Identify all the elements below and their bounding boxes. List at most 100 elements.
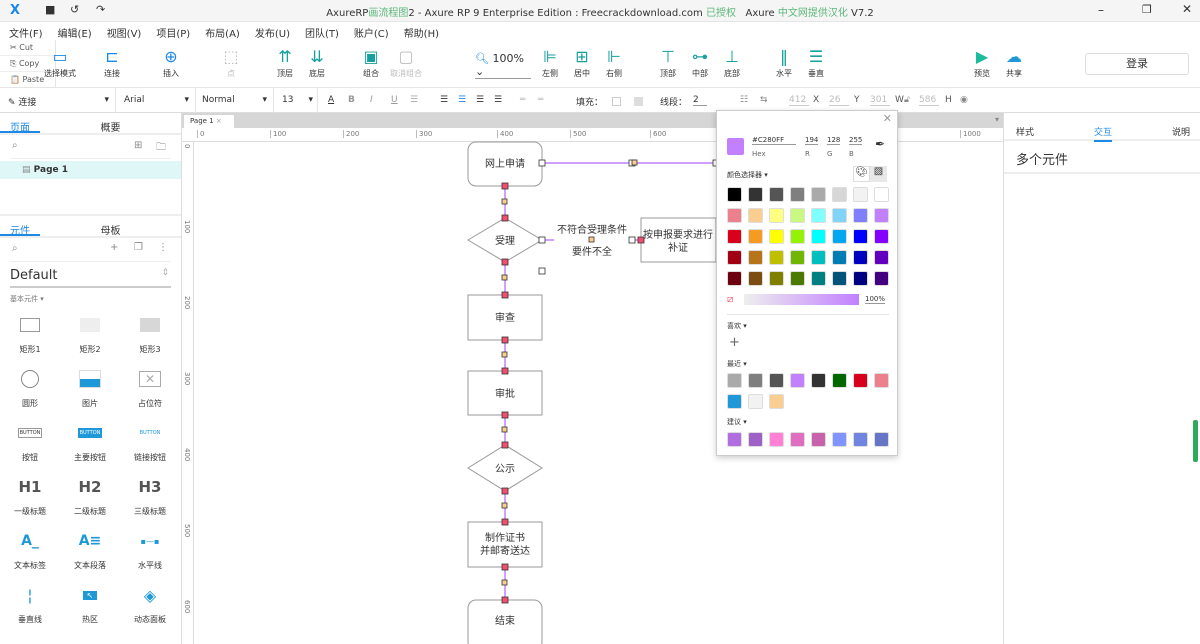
color-swatch[interactable] bbox=[874, 229, 889, 244]
tab-pages[interactable]: 页面 bbox=[0, 113, 40, 134]
lock-icon[interactable]: 🔓︎ bbox=[904, 95, 910, 105]
line-width-input[interactable]: 2 bbox=[693, 95, 707, 106]
more-icon[interactable]: ⋮ bbox=[158, 242, 168, 253]
tab-outline[interactable]: 概要 bbox=[40, 113, 181, 134]
color-swatch[interactable] bbox=[790, 229, 805, 244]
widget-text-label[interactable]: A_ 文本标签 bbox=[0, 528, 60, 571]
menu-item[interactable]: 团队(T) bbox=[296, 22, 345, 40]
suggested-color-swatch[interactable] bbox=[769, 432, 784, 447]
color-swatch[interactable] bbox=[832, 250, 847, 265]
color-swatch[interactable] bbox=[769, 187, 784, 202]
selection-handle[interactable] bbox=[538, 159, 546, 167]
zoom-select[interactable]: 🔍︎ 100% ⌄ bbox=[475, 52, 531, 79]
w-input[interactable]: 301 bbox=[870, 95, 890, 106]
underline-icon[interactable]: U bbox=[391, 95, 398, 105]
color-swatch[interactable] bbox=[853, 187, 868, 202]
minimize-icon[interactable]: – bbox=[1098, 3, 1104, 17]
restore-icon[interactable]: ❐ bbox=[1142, 3, 1152, 16]
y-input[interactable]: 26 bbox=[829, 95, 849, 106]
suggested-color-swatch[interactable] bbox=[811, 432, 826, 447]
selection-handle[interactable] bbox=[501, 214, 509, 222]
suggested-color-swatch[interactable] bbox=[727, 432, 742, 447]
h-input[interactable]: 586 bbox=[919, 95, 939, 106]
color-swatch[interactable] bbox=[811, 271, 826, 286]
color-swatch[interactable] bbox=[874, 187, 889, 202]
toolbar-button-17[interactable]: ☁ 共享 bbox=[992, 46, 1036, 79]
color-swatch[interactable] bbox=[832, 208, 847, 223]
color-swatch[interactable] bbox=[790, 187, 805, 202]
widget-primary-button[interactable]: BUTTON 主要按钮 bbox=[60, 420, 120, 463]
page-item[interactable]: ▤ Page 1 bbox=[0, 161, 181, 179]
selection-handle[interactable] bbox=[588, 236, 595, 243]
tab-widgets[interactable]: 元件 bbox=[0, 216, 40, 237]
swatches-icon[interactable]: ▧ bbox=[870, 166, 887, 182]
x-input[interactable]: 412 bbox=[789, 95, 809, 106]
selection-handle[interactable] bbox=[501, 182, 509, 190]
visibility-icon[interactable]: ◉ bbox=[960, 95, 968, 105]
toolbar-button-10[interactable]: ⊩ 右侧 bbox=[592, 46, 636, 79]
arrow-style-icon[interactable]: ⇆ bbox=[760, 95, 768, 105]
list-icon[interactable]: ☰ bbox=[410, 95, 418, 105]
widget-link-button[interactable]: BUTTON 链接按钮 bbox=[120, 420, 180, 463]
selection-handle[interactable] bbox=[501, 563, 509, 571]
selection-handle[interactable] bbox=[501, 198, 508, 205]
recent-color-swatch[interactable] bbox=[790, 373, 805, 388]
favorites-label[interactable]: 喜欢 ▾ bbox=[727, 321, 747, 331]
recent-color-swatch[interactable] bbox=[811, 373, 826, 388]
close-icon[interactable]: ✕ bbox=[1182, 2, 1192, 16]
line-style-icon[interactable]: ☷ bbox=[740, 95, 748, 105]
recent-color-swatch[interactable] bbox=[769, 394, 784, 409]
align-center-icon[interactable]: ☰ bbox=[458, 95, 466, 105]
selection-handle[interactable] bbox=[628, 236, 636, 244]
selection-handle[interactable] bbox=[501, 518, 509, 526]
login-button[interactable]: 登录 bbox=[1085, 53, 1189, 75]
selection-handle[interactable] bbox=[501, 274, 508, 281]
color-swatch[interactable] bbox=[874, 271, 889, 286]
color-swatch[interactable] bbox=[748, 271, 763, 286]
r-input[interactable]: 194 bbox=[805, 136, 819, 145]
menu-item[interactable]: 文件(F) bbox=[0, 22, 49, 40]
close-icon[interactable]: ✕ bbox=[883, 112, 892, 125]
recent-color-swatch[interactable] bbox=[853, 373, 868, 388]
justify-icon[interactable]: ☰ bbox=[494, 95, 502, 105]
selection-handle[interactable] bbox=[501, 411, 509, 419]
suggested-color-swatch[interactable] bbox=[874, 432, 889, 447]
color-swatch[interactable] bbox=[769, 229, 784, 244]
menu-item[interactable]: 项目(P) bbox=[147, 22, 196, 40]
italic-icon[interactable]: I bbox=[370, 95, 373, 105]
recent-color-swatch[interactable] bbox=[832, 373, 847, 388]
hex-input[interactable]: #C280FF bbox=[752, 136, 796, 145]
suggested-color-swatch[interactable] bbox=[832, 432, 847, 447]
selection-handle[interactable] bbox=[538, 236, 546, 244]
menu-item[interactable]: 发布(U) bbox=[246, 22, 296, 40]
color-swatch[interactable] bbox=[748, 250, 763, 265]
toolbar-button-2[interactable]: ⊕ 插入 bbox=[149, 46, 193, 79]
bold-icon[interactable]: B bbox=[348, 95, 355, 105]
color-swatch[interactable] bbox=[874, 250, 889, 265]
opacity-input[interactable]: 100% bbox=[865, 295, 886, 304]
color-swatch[interactable] bbox=[811, 250, 826, 265]
color-swatch[interactable] bbox=[748, 208, 763, 223]
widget-rectangle1[interactable]: 矩形1 bbox=[0, 312, 60, 355]
widget-heading3[interactable]: H3 三级标题 bbox=[120, 474, 180, 517]
add-favorite-icon[interactable]: + bbox=[729, 335, 740, 350]
color-swatch[interactable] bbox=[769, 271, 784, 286]
no-color-icon[interactable]: ⧄ bbox=[727, 294, 733, 305]
menu-item[interactable]: 布局(A) bbox=[196, 22, 246, 40]
shadow-swatch[interactable] bbox=[634, 97, 643, 106]
selection-handle[interactable] bbox=[637, 236, 645, 244]
widget-rectangle3[interactable]: 矩形3 bbox=[120, 312, 180, 355]
selection-handle[interactable] bbox=[501, 502, 508, 509]
recent-color-swatch[interactable] bbox=[769, 373, 784, 388]
size-select[interactable]: 13 ▾ bbox=[282, 88, 318, 113]
color-swatch[interactable] bbox=[769, 208, 784, 223]
color-swatch[interactable] bbox=[853, 208, 868, 223]
suggested-label[interactable]: 建议 ▾ bbox=[727, 417, 747, 427]
g-input[interactable]: 128 bbox=[827, 136, 841, 145]
menu-item[interactable]: 视图(V) bbox=[98, 22, 148, 40]
widget-hotspot[interactable]: ↖ 热区 bbox=[60, 582, 120, 625]
widget-circle[interactable]: 圆形 bbox=[0, 366, 60, 409]
selection-handle[interactable] bbox=[501, 367, 509, 375]
menu-item[interactable]: 帮助(H) bbox=[395, 22, 445, 40]
color-swatch[interactable] bbox=[811, 187, 826, 202]
